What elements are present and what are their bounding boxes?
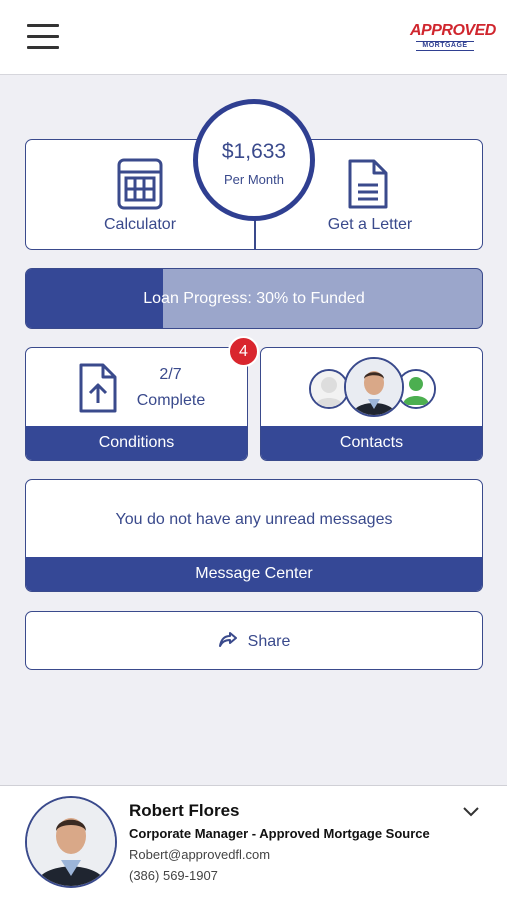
share-content: Share bbox=[26, 631, 482, 651]
message-center-card[interactable]: You do not have any unread messages Mess… bbox=[25, 479, 483, 592]
payment-amount: $1,633 bbox=[221, 140, 287, 163]
loan-officer-panel: Robert Flores Corporate Manager - Approv… bbox=[0, 785, 507, 900]
officer-avatar bbox=[25, 796, 117, 888]
menu-icon[interactable] bbox=[27, 24, 59, 52]
calculator-label: Calculator bbox=[103, 216, 177, 233]
payment-period: Per Month bbox=[224, 172, 284, 187]
loan-progress-bar[interactable]: Loan Progress: 30% to Funded bbox=[25, 268, 483, 329]
progress-text: Loan Progress: 30% to Funded bbox=[143, 290, 365, 307]
share-icon bbox=[218, 632, 237, 647]
person-photo-icon bbox=[27, 798, 115, 886]
logo-word: APPROVED bbox=[410, 22, 496, 39]
user-placeholder-icon bbox=[311, 371, 347, 407]
document-upload-icon bbox=[79, 363, 117, 413]
monthly-payment-circle[interactable]: $1,633 Per Month bbox=[193, 99, 315, 221]
document-icon bbox=[348, 159, 388, 209]
chevron-down-icon[interactable] bbox=[462, 806, 480, 818]
app-header: APPROVED MORTGAGE bbox=[0, 0, 507, 75]
get-letter-label: Get a Letter bbox=[327, 216, 413, 233]
contacts-card[interactable]: Contacts bbox=[260, 347, 483, 461]
conditions-card[interactable]: 2/7 Complete Conditions bbox=[25, 347, 248, 461]
conditions-status: Complete bbox=[136, 392, 206, 409]
conditions-count: 2/7 bbox=[159, 366, 182, 383]
person-photo-icon bbox=[346, 359, 402, 415]
contact-avatar-left bbox=[309, 369, 349, 409]
officer-name: Robert Flores bbox=[129, 801, 240, 820]
message-status-text: You do not have any unread messages bbox=[115, 511, 393, 528]
officer-email[interactable]: Robert@approvedfl.com bbox=[129, 847, 270, 862]
notification-badge: 4 bbox=[228, 336, 259, 367]
calculator-icon bbox=[117, 158, 163, 210]
share-button[interactable]: Share bbox=[25, 611, 483, 670]
logo-subword: MORTGAGE bbox=[416, 41, 474, 51]
conditions-label: Conditions bbox=[26, 426, 247, 460]
contacts-label: Contacts bbox=[261, 426, 482, 460]
message-center-label: Message Center bbox=[26, 557, 482, 591]
contact-avatar-main bbox=[344, 357, 404, 417]
officer-title: Corporate Manager - Approved Mortgage So… bbox=[129, 826, 430, 841]
company-logo: APPROVED MORTGAGE bbox=[410, 22, 496, 56]
officer-phone[interactable]: (386) 569-1907 bbox=[129, 868, 218, 883]
share-label: Share bbox=[247, 633, 291, 650]
